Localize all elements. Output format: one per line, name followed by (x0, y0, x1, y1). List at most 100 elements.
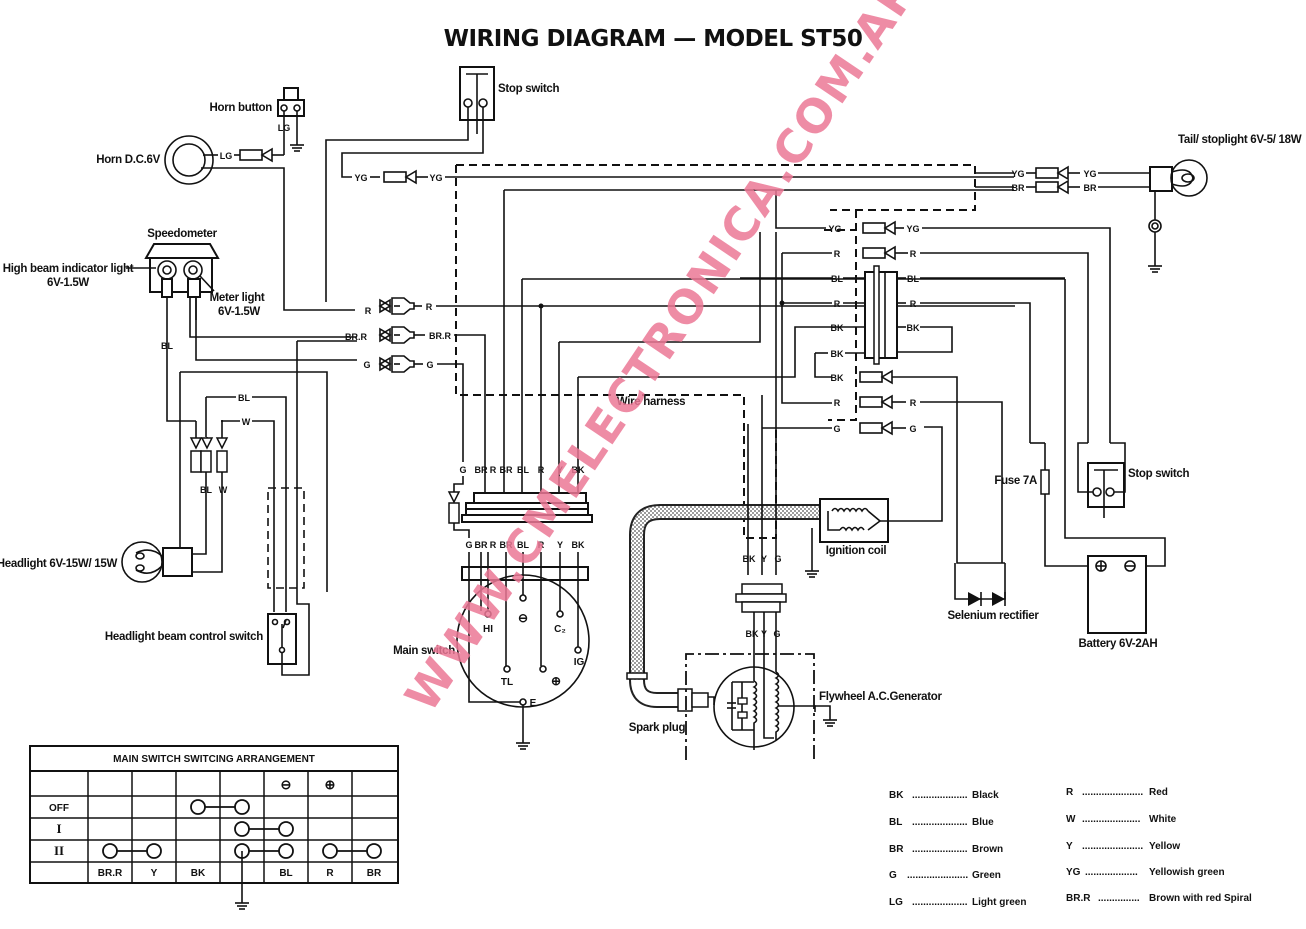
generator-connector (735, 583, 787, 613)
wire-label-g: G (426, 360, 433, 370)
svg-text:W: W (1066, 814, 1076, 825)
wire-label-g: G (833, 424, 840, 434)
legend-item-lg: LG.................... Light green (889, 897, 1026, 908)
switch-contact (322, 843, 338, 859)
svg-text:Black: Black (972, 790, 999, 801)
switch-row-off: OFF (49, 803, 69, 814)
legend-item-yg: YG................... Yellowish green (1066, 867, 1225, 878)
svg-text:BR: BR (500, 465, 513, 475)
speedometer (144, 243, 220, 298)
battery (1087, 555, 1147, 634)
svg-text:....................: .................... (912, 844, 968, 855)
fuse-label: Fuse 7A (994, 475, 1037, 487)
headlight (121, 541, 193, 583)
terminal-tl: TL (501, 677, 513, 688)
wire-label-yg: YG (429, 173, 442, 183)
svg-text:Y: Y (151, 868, 158, 879)
svg-text:Y: Y (1066, 841, 1073, 852)
horn-button (277, 87, 305, 152)
legend-item-y: Y...................... Yellow (1066, 841, 1180, 852)
svg-text:....................: .................... (912, 897, 968, 908)
main-switch-table (29, 745, 399, 884)
wire-label-br: BR (1084, 183, 1097, 193)
svg-text:BR.R: BR.R (98, 868, 123, 879)
wire-label-yg: YG (354, 173, 367, 183)
svg-text:.....................: ..................... (1082, 814, 1141, 825)
gen-wire-g: G (774, 554, 781, 564)
color-legend: BK.................... Black BL..........… (889, 787, 1252, 908)
gen-wire-y: Y (761, 554, 767, 564)
legend-item-br: BR.................... Brown (889, 844, 1003, 855)
terminal-ig: IG (574, 657, 585, 668)
meter-light-label: Meter light (210, 292, 265, 304)
flywheel-generator (713, 612, 816, 750)
svg-text:....................: .................... (912, 817, 968, 828)
wire-label-bk: BK (831, 349, 844, 359)
diagram-title: WIRING DIAGRAM — MODEL ST50 (444, 26, 863, 52)
horn-label: Horn D.C.6V (96, 154, 160, 166)
rear-stop-switch (1087, 462, 1125, 518)
wire-label-bl: BL (831, 274, 843, 284)
svg-text:G: G (889, 870, 897, 881)
wire-label-r: R (910, 249, 917, 259)
fuse (1040, 469, 1050, 495)
wire-label-yg: YG (906, 224, 919, 234)
legend-item-g: G...................... Green (889, 870, 1001, 881)
switch-table-plus: ⊕ (325, 777, 336, 792)
svg-text:LG: LG (889, 897, 903, 908)
headlight-beam-switch-label: Headlight beam control switch (105, 631, 263, 643)
svg-text:......................: ...................... (1082, 841, 1143, 852)
wire-label-g: G (909, 424, 916, 434)
tail-stoplight (1149, 159, 1208, 197)
battery-label: Battery 6V-2AH (1079, 638, 1158, 650)
selenium-rectifier-label: Selenium rectifier (947, 610, 1039, 622)
svg-text:Yellowish green: Yellowish green (1149, 867, 1225, 878)
terminal-e: E (530, 698, 537, 709)
switch-table-minus: ⊖ (281, 777, 292, 792)
ignition-coil-label: Ignition coil (826, 545, 887, 557)
switch-contact (278, 821, 294, 837)
svg-text:G: G (465, 540, 472, 550)
wire-label-r: R (910, 398, 917, 408)
high-beam-indicator-rating: 6V-1.5W (47, 277, 89, 289)
spark-plug-label: Spark plug (629, 722, 686, 734)
svg-text:BK: BK (191, 868, 206, 879)
svg-text:BR: BR (889, 844, 904, 855)
wire-label-bl: BL (238, 393, 250, 403)
wire-label-bk: BK (907, 323, 920, 333)
wire-label-bl: BL (907, 274, 919, 284)
svg-text:Green: Green (972, 870, 1001, 881)
svg-text:BK: BK (889, 790, 904, 801)
wire-label-r: R (426, 302, 433, 312)
switch-row-i: I (56, 821, 61, 836)
legend-item-w: W..................... White (1066, 814, 1177, 825)
selenium-rectifier (954, 563, 1006, 606)
gen-wire-g: G (773, 629, 780, 639)
horn (164, 135, 214, 185)
rear-stop-switch-label: Stop switch (1128, 468, 1190, 480)
switch-row-ii: II (54, 843, 64, 858)
svg-text:Brown: Brown (972, 844, 1003, 855)
svg-text:R: R (326, 868, 334, 879)
switch-contact (190, 799, 206, 815)
svg-text:...................: ................... (1085, 867, 1138, 878)
harness-multi-connector (864, 265, 898, 365)
svg-text:...............: ............... (1098, 893, 1140, 904)
svg-text:BR: BR (475, 465, 488, 475)
wire-label-bk: BK (831, 373, 844, 383)
wire-label-r: R (834, 249, 841, 259)
gen-wire-bk: BK (743, 554, 756, 564)
spark-plug (677, 688, 715, 712)
wire-label-r: R (834, 299, 841, 309)
headlight-connectors (189, 437, 229, 473)
switch-table-title: MAIN SWITCH SWITCING ARRANGEMENT (113, 754, 315, 765)
svg-text:BK: BK (572, 540, 585, 550)
svg-text:R: R (490, 465, 497, 475)
switch-contact (102, 843, 118, 859)
svg-text:BL: BL (517, 465, 529, 475)
svg-text:Blue: Blue (972, 817, 994, 828)
switch-contact (146, 843, 162, 859)
svg-text:BL: BL (279, 868, 292, 879)
flywheel-generator-label: Flywheel A.C.Generator (819, 691, 943, 703)
wire-label-yg: YG (828, 224, 841, 234)
